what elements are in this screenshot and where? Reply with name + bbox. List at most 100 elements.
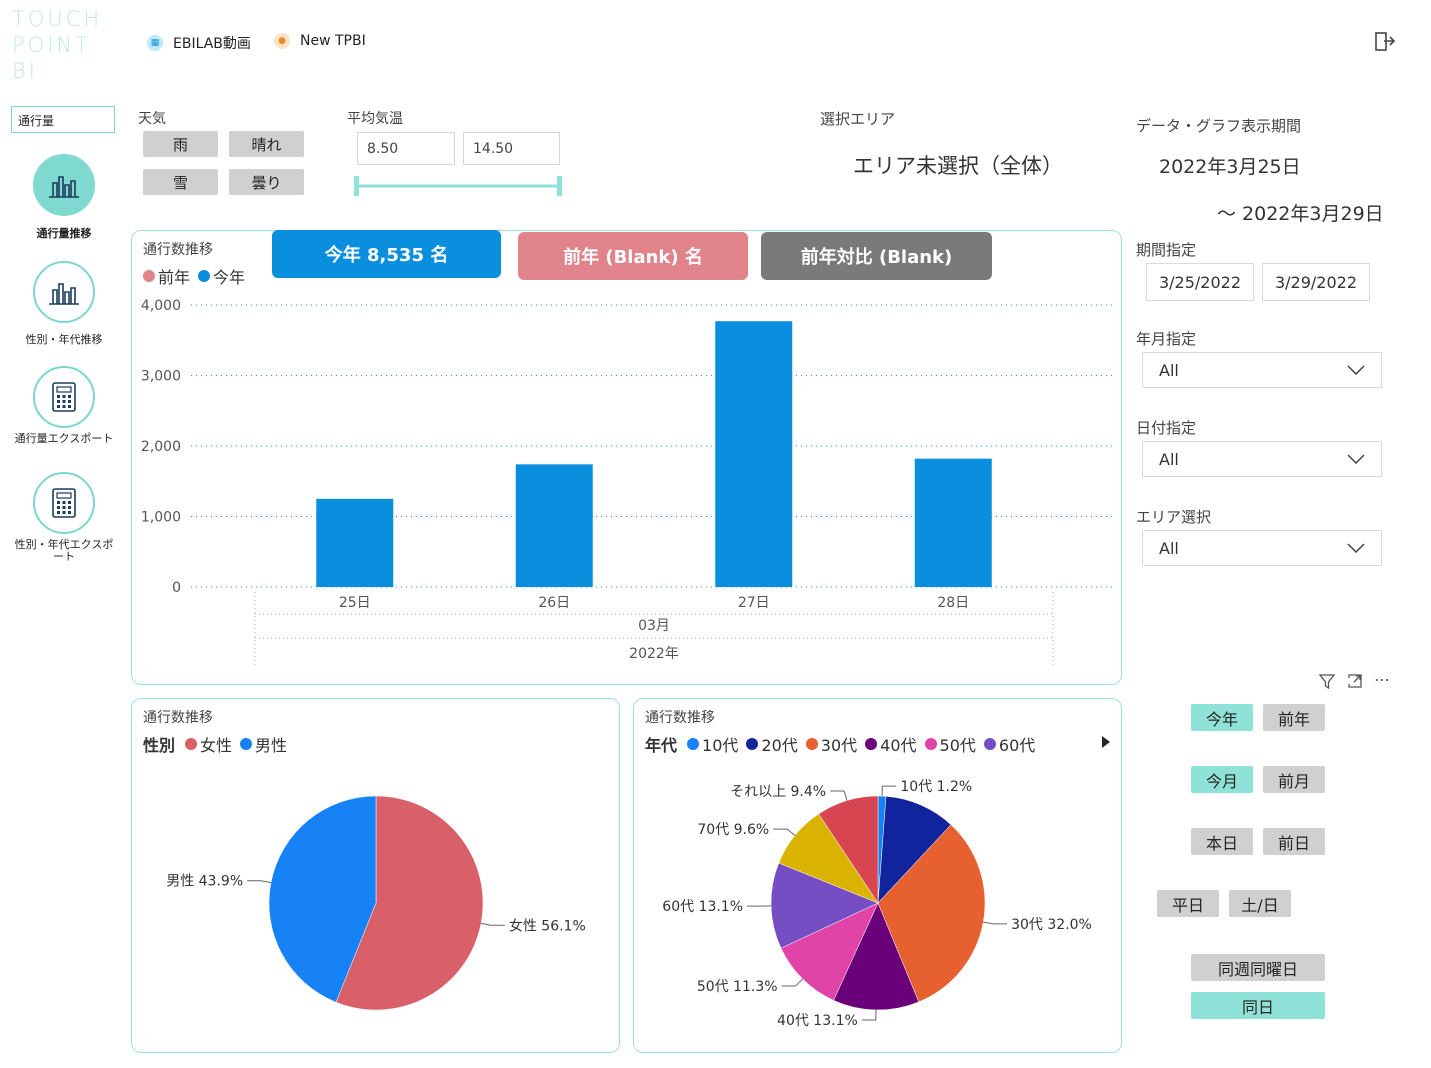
pie-leader-line bbox=[247, 880, 272, 884]
pie-data-label: それ以上 9.4% bbox=[730, 784, 826, 800]
chevron-down-icon bbox=[1347, 365, 1365, 375]
last-month-button[interactable]: 前月 bbox=[1263, 766, 1325, 793]
nav-gender-age-trend-button[interactable] bbox=[33, 261, 95, 323]
y-tick-label: 3,000 bbox=[141, 369, 181, 385]
ebilab-video-link[interactable]: ▦ EBILAB動画 bbox=[147, 33, 251, 53]
bar-this-year[interactable] bbox=[914, 458, 992, 587]
pie-data-label: 60代 13.1% bbox=[662, 899, 743, 915]
weather-cloudy-button[interactable]: 曇り bbox=[229, 169, 304, 195]
gender-pie-chart: 女性 56.1% 男性 43.9% bbox=[166, 795, 586, 1011]
bar-this-year[interactable] bbox=[316, 498, 394, 587]
date-value: All bbox=[1159, 449, 1179, 469]
pie-leader-line bbox=[861, 1009, 877, 1021]
area-select-label: エリア選択 bbox=[1136, 508, 1212, 526]
exit-icon[interactable] bbox=[1372, 30, 1396, 54]
x-tick-label: 27日 bbox=[738, 595, 770, 611]
temperature-min-input[interactable]: 8.50 bbox=[357, 132, 455, 165]
pie-data-label: 女性 56.1% bbox=[509, 917, 586, 934]
focus-mode-icon[interactable] bbox=[1346, 672, 1364, 690]
weather-rain-button[interactable]: 雨 bbox=[143, 131, 218, 157]
logo-line-3: BI bbox=[12, 59, 38, 83]
pie-data-label: 70代 9.6% bbox=[697, 822, 769, 838]
selected-area-label: 選択エリア bbox=[820, 110, 896, 128]
year-month-dropdown[interactable]: All bbox=[1142, 352, 1382, 388]
x-tick-label: 25日 bbox=[339, 595, 371, 611]
pie-data-label: 10代 1.2% bbox=[900, 779, 972, 795]
bar-this-year[interactable] bbox=[515, 464, 593, 587]
period-end-input[interactable]: 3/29/2022 bbox=[1262, 263, 1370, 301]
display-period-to: ～ 2022年3月29日 bbox=[1217, 203, 1384, 225]
logo-line-1: TOUCH bbox=[12, 7, 103, 31]
nav-gender-age-export-button[interactable] bbox=[33, 472, 95, 534]
pie-leader-line bbox=[480, 922, 505, 926]
date-label: 日付指定 bbox=[1136, 419, 1197, 437]
period-start-input[interactable]: 3/25/2022 bbox=[1146, 263, 1254, 301]
previous-day-button[interactable]: 前日 bbox=[1263, 828, 1325, 855]
calculator-icon bbox=[52, 382, 76, 412]
y-tick-label: 0 bbox=[172, 580, 181, 596]
pie-leader-line bbox=[830, 790, 848, 801]
ebilab-video-label: EBILAB動画 bbox=[173, 36, 251, 52]
nav-gender-age-export-label: 性別・年代エクスポート bbox=[14, 538, 114, 563]
pie-leader-line bbox=[781, 978, 803, 987]
filter-icon[interactable] bbox=[1318, 672, 1336, 690]
new-tpbi-link[interactable]: ● New TPBI bbox=[274, 33, 366, 49]
pie-data-label: 40代 13.1% bbox=[777, 1013, 858, 1029]
weather-snow-button[interactable]: 雪 bbox=[143, 169, 218, 195]
selected-area-value: エリア未選択（全体） bbox=[853, 154, 1063, 178]
weather-filter-label: 天気 bbox=[138, 111, 166, 127]
nav-gender-age-trend-label: 性別・年代推移 bbox=[25, 333, 103, 346]
same-weekday-button[interactable]: 同週同曜日 bbox=[1191, 954, 1325, 981]
y-tick-label: 4,000 bbox=[141, 298, 181, 314]
x-tick-label: 28日 bbox=[937, 595, 969, 611]
x-group-month-label: 03月 bbox=[638, 618, 670, 634]
weather-sunny-button[interactable]: 晴れ bbox=[229, 131, 304, 157]
this-year-button[interactable]: 今年 bbox=[1191, 704, 1253, 731]
area-select-dropdown[interactable]: All bbox=[1142, 530, 1382, 566]
chevron-down-icon bbox=[1347, 543, 1365, 553]
chat-bubble-icon: ● bbox=[274, 33, 290, 49]
new-tpbi-label: New TPBI bbox=[300, 33, 366, 49]
x-tick-label: 26日 bbox=[538, 595, 570, 611]
display-period-from: 2022年3月25日 bbox=[1159, 156, 1301, 178]
pie-data-label: 30代 32.0% bbox=[1011, 917, 1092, 933]
year-month-label: 年月指定 bbox=[1136, 330, 1197, 348]
pie-data-label: 50代 11.3% bbox=[697, 979, 778, 995]
temperature-slider[interactable] bbox=[352, 174, 566, 198]
period-range-label: 期間指定 bbox=[1136, 241, 1197, 259]
date-dropdown[interactable]: All bbox=[1142, 441, 1382, 477]
y-tick-label: 1,000 bbox=[141, 510, 181, 526]
nav-traffic-export-button[interactable] bbox=[33, 366, 95, 428]
nav-traffic-export-label: 通行量エクスポート bbox=[14, 432, 114, 445]
x-group-year-label: 2022年 bbox=[629, 646, 679, 662]
temperature-max-input[interactable]: 14.50 bbox=[463, 132, 560, 165]
weekday-button[interactable]: 平日 bbox=[1157, 890, 1219, 917]
temperature-slider-max-handle[interactable] bbox=[557, 176, 562, 196]
app-logo: TOUCH POINT BI bbox=[12, 6, 102, 84]
building-icon: ▦ bbox=[147, 35, 163, 51]
more-options-icon[interactable]: ⋯ bbox=[1374, 670, 1390, 689]
nav-traffic-trend-button[interactable] bbox=[33, 154, 95, 216]
this-month-button[interactable]: 今月 bbox=[1191, 766, 1253, 793]
weekend-button[interactable]: 土/日 bbox=[1229, 890, 1291, 917]
metric-select[interactable]: 通行量 bbox=[11, 106, 115, 133]
today-button[interactable]: 本日 bbox=[1191, 828, 1253, 855]
temperature-slider-min-handle[interactable] bbox=[354, 176, 359, 196]
pie-leader-line bbox=[983, 921, 1008, 925]
bar-this-year[interactable] bbox=[715, 321, 793, 587]
y-tick-label: 2,000 bbox=[141, 439, 181, 455]
calculator-icon bbox=[52, 488, 76, 518]
pie-leader-line bbox=[773, 828, 796, 836]
temperature-filter-label: 平均気温 bbox=[347, 111, 403, 127]
nav-traffic-trend-label: 通行量推移 bbox=[36, 227, 92, 240]
same-day-button[interactable]: 同日 bbox=[1191, 992, 1325, 1019]
bar-chart-icon bbox=[49, 283, 79, 305]
pie-data-label: 男性 43.9% bbox=[166, 874, 243, 890]
pie-leader-line bbox=[881, 785, 897, 797]
logo-line-2: POINT bbox=[12, 33, 91, 57]
last-year-button[interactable]: 前年 bbox=[1263, 704, 1325, 731]
area-select-value: All bbox=[1159, 538, 1179, 558]
traffic-bar-chart: 0 1,000 2,000 3,000 4,000 25日 26日 27日 28日 03月 2022… bbox=[141, 298, 1114, 667]
display-period-label: データ・グラフ表示期間 bbox=[1136, 117, 1302, 135]
year-month-value: All bbox=[1159, 360, 1179, 380]
